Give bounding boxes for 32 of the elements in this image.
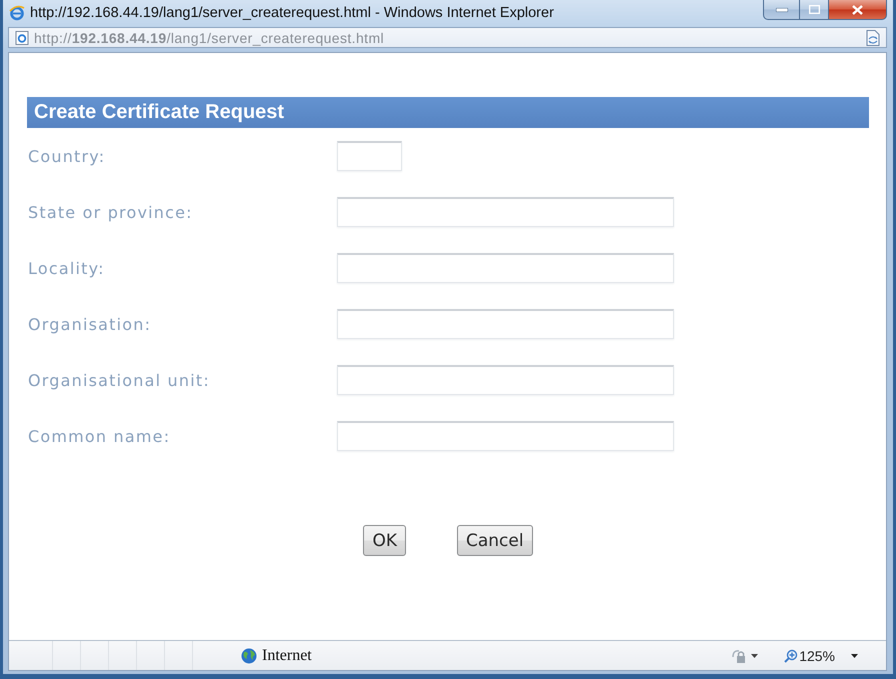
- page-icon: [15, 30, 29, 44]
- input-field[interactable]: [337, 141, 402, 171]
- input-field[interactable]: [337, 421, 674, 451]
- input-field[interactable]: [337, 253, 674, 283]
- maximize-icon: [808, 5, 820, 14]
- maximize-button[interactable]: [800, 0, 829, 20]
- zoom-button[interactable]: 125%: [780, 644, 839, 666]
- zoom-icon: [784, 648, 798, 662]
- field-label: Organisational unit:: [27, 370, 211, 390]
- lock-icon: [732, 648, 746, 664]
- minimize-button[interactable]: [763, 0, 800, 20]
- close-button[interactable]: [829, 0, 887, 20]
- field-label: Country:: [27, 146, 106, 166]
- field-label: Locality:: [27, 258, 106, 278]
- field-label: State or province:: [27, 202, 194, 222]
- globe-icon: [241, 648, 257, 664]
- close-icon: [852, 4, 863, 14]
- browser-icon: [9, 4, 25, 20]
- security-zone: Internet: [262, 646, 312, 664]
- field-label: Organisation:: [27, 314, 152, 334]
- input-field[interactable]: [337, 197, 674, 227]
- page-heading: Create Certificate Request: [27, 97, 869, 128]
- form-button[interactable]: OK: [363, 525, 406, 556]
- input-field[interactable]: [337, 365, 674, 395]
- minimize-icon: [776, 8, 788, 12]
- document-icon[interactable]: [866, 30, 880, 46]
- caret-icon: [751, 654, 758, 658]
- input-field[interactable]: [337, 309, 674, 339]
- field-label: Common name:: [27, 426, 172, 446]
- window-title: http://192.168.44.19/lang1/server_createrequest.html - Windows Internet Explorer: [30, 4, 554, 20]
- form-button[interactable]: Cancel: [456, 525, 533, 556]
- caret-icon: [851, 654, 858, 658]
